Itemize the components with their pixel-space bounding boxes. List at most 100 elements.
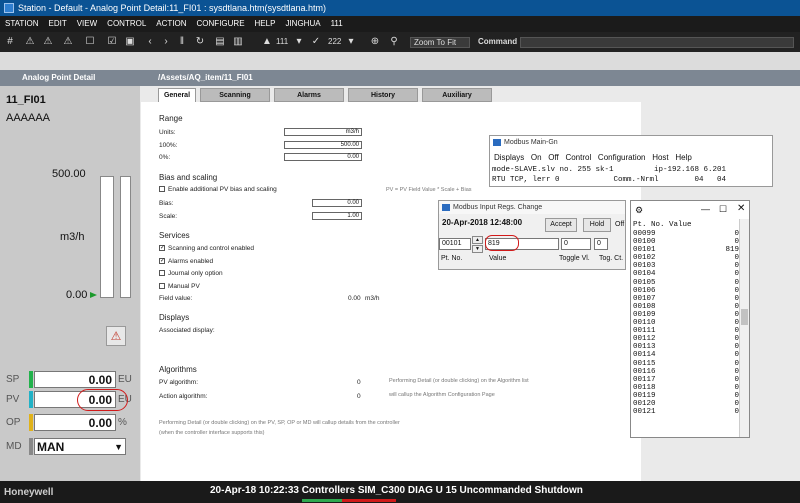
pause-icon[interactable]: ‖ xyxy=(176,36,188,48)
op-value[interactable]: 0.00 xyxy=(34,414,116,431)
mb-menu-displays[interactable]: Displays xyxy=(494,153,524,162)
window-icon[interactable]: ▣ xyxy=(124,36,136,48)
page-number[interactable]: 111 xyxy=(276,32,288,52)
svc-manual-row[interactable]: Manual PV xyxy=(159,283,200,290)
close-icon[interactable]: ✕ xyxy=(737,203,745,214)
menu-jinghua[interactable]: JINGHUA xyxy=(280,16,325,32)
svc-scanning-checkbox[interactable]: ✓ xyxy=(159,245,165,252)
tab-alarms[interactable]: Alarms xyxy=(274,88,344,102)
off-label[interactable]: Off xyxy=(615,221,624,228)
table-row[interactable]: 00102 0 xyxy=(633,254,741,262)
trend-icon[interactable]: ▤ xyxy=(214,36,226,48)
check-box-icon[interactable]: ☑ xyxy=(106,36,118,48)
up-arrow-icon[interactable]: ▲ xyxy=(262,36,272,48)
mb-menu-off[interactable]: Off xyxy=(548,153,559,162)
sp-value[interactable]: 0.00 xyxy=(34,371,116,388)
table-row[interactable]: 00103 0 xyxy=(633,262,741,270)
spin-down-icon[interactable]: ▼ xyxy=(472,245,483,253)
table-row[interactable]: 00111 0 xyxy=(633,327,741,335)
mb-menu-host[interactable]: Host xyxy=(652,153,668,162)
svc-manual-checkbox[interactable] xyxy=(159,283,165,290)
table-row[interactable]: 00121 0 xyxy=(633,408,741,416)
menu-control[interactable]: CONTROL xyxy=(102,16,151,32)
tog-count-field[interactable]: 0 xyxy=(594,238,608,250)
menu-action[interactable]: ACTION xyxy=(151,16,191,32)
pv-algorithm-value[interactable]: 0 xyxy=(357,379,361,386)
svc-scanning-row[interactable]: ✓ Scanning and control enabled xyxy=(159,245,254,252)
maximize-icon[interactable]: ☐ xyxy=(719,204,727,215)
command-input[interactable] xyxy=(520,37,794,48)
zero-field[interactable]: 0.00 xyxy=(284,153,362,161)
hold-button[interactable]: Hold xyxy=(583,218,611,232)
menu-view[interactable]: VIEW xyxy=(72,16,102,32)
search-icon[interactable]: ⚲ xyxy=(388,36,400,48)
units-field[interactable]: m3/h xyxy=(284,128,362,136)
alarm-triangle-icon[interactable]: ⚠ xyxy=(24,36,36,48)
scrollbar[interactable] xyxy=(739,219,749,437)
scroll-thumb[interactable] xyxy=(741,309,748,325)
menu-station[interactable]: STATION xyxy=(0,16,43,32)
table-row[interactable]: 00109 0 xyxy=(633,311,741,319)
table-row[interactable]: 00120 0 xyxy=(633,400,741,408)
mb-menu-on[interactable]: On xyxy=(531,153,542,162)
mb-menu-help[interactable]: Help xyxy=(675,153,691,162)
refresh-icon[interactable]: ↻ xyxy=(194,36,206,48)
forward-icon[interactable]: › xyxy=(160,36,172,48)
mode-select[interactable]: MAN ▼ xyxy=(34,438,126,455)
mb-menu-configuration[interactable]: Configuration xyxy=(598,153,646,162)
tab-general[interactable]: General xyxy=(158,88,196,102)
svc-journal-checkbox[interactable] xyxy=(159,270,165,277)
check-icon[interactable]: ✓ xyxy=(310,36,322,48)
table-row[interactable]: 00113 0 xyxy=(633,343,741,351)
table-row[interactable]: 00115 0 xyxy=(633,360,741,368)
zoom-icon[interactable]: ⊕ xyxy=(370,36,380,48)
bias-enable-checkbox[interactable] xyxy=(159,186,165,193)
table-row[interactable]: 00118 0 xyxy=(633,384,741,392)
tab-scanning[interactable]: Scanning xyxy=(200,88,270,102)
table-row[interactable]: 00117 0 xyxy=(633,376,741,384)
table-row[interactable]: 00104 0 xyxy=(633,270,741,278)
tab-auxiliary[interactable]: Auxiliary xyxy=(422,88,492,102)
dropdown-icon[interactable]: ▾ xyxy=(294,36,304,48)
table-row[interactable]: 00110 0 xyxy=(633,319,741,327)
tab-history[interactable]: History xyxy=(348,88,418,102)
table-row[interactable]: 00112 0 xyxy=(633,335,741,343)
menu-111[interactable]: 111 xyxy=(326,16,348,32)
hundred-field[interactable]: 500.00 xyxy=(284,141,362,149)
scale-field[interactable]: 1.00 xyxy=(312,212,362,220)
svc-journal-row[interactable]: Journal only option xyxy=(159,270,223,277)
table-row[interactable]: 00106 0 xyxy=(633,287,741,295)
action-algorithm-value[interactable]: 0 xyxy=(357,393,361,400)
page-number-2[interactable]: 222 xyxy=(328,32,341,52)
accept-button[interactable]: Accept xyxy=(545,218,577,232)
spin-up-icon[interactable]: ▲ xyxy=(472,236,483,244)
chart-icon[interactable]: ▥ xyxy=(232,36,244,48)
hash-icon[interactable]: # xyxy=(4,36,16,48)
mb-menu-control[interactable]: Control xyxy=(565,153,591,162)
minimize-icon[interactable]: — xyxy=(701,204,710,214)
table-row[interactable]: 00114 0 xyxy=(633,351,741,359)
table-row[interactable]: 00116 0 xyxy=(633,368,741,376)
status-message[interactable]: 20-Apr-18 10:22:33 Controllers SIM_C300 … xyxy=(210,485,583,496)
alarm-list-icon[interactable]: ⚠ xyxy=(42,36,54,48)
dropdown-icon-2[interactable]: ▾ xyxy=(346,36,356,48)
bias-enable-row[interactable]: Enable additional PV bias and scaling xyxy=(159,186,277,193)
menu-configure[interactable]: CONFIGURE xyxy=(192,16,250,32)
toggle-value-field[interactable]: 0 xyxy=(561,238,591,250)
op-bar[interactable] xyxy=(120,176,131,298)
svc-alarms-row[interactable]: ✓ Alarms enabled xyxy=(159,258,213,265)
bias-field[interactable]: 0.00 xyxy=(312,199,362,207)
menu-edit[interactable]: EDIT xyxy=(43,16,71,32)
square-icon[interactable]: ☐ xyxy=(84,36,96,48)
back-icon[interactable]: ‹ xyxy=(144,36,156,48)
table-row[interactable]: 00107 0 xyxy=(633,295,741,303)
table-row[interactable]: 00105 0 xyxy=(633,279,741,287)
table-row[interactable]: 00108 0 xyxy=(633,303,741,311)
message-icon[interactable]: ⚠ xyxy=(62,36,74,48)
table-row[interactable]: 00101 819 xyxy=(633,246,741,254)
zoom-select[interactable]: Zoom To Fit xyxy=(410,37,470,48)
table-row[interactable]: 00099 0 xyxy=(633,230,741,238)
table-row[interactable]: 00100 0 xyxy=(633,238,741,246)
pt-number-field[interactable]: 00101 xyxy=(439,238,471,250)
pv-bar[interactable] xyxy=(100,176,114,298)
